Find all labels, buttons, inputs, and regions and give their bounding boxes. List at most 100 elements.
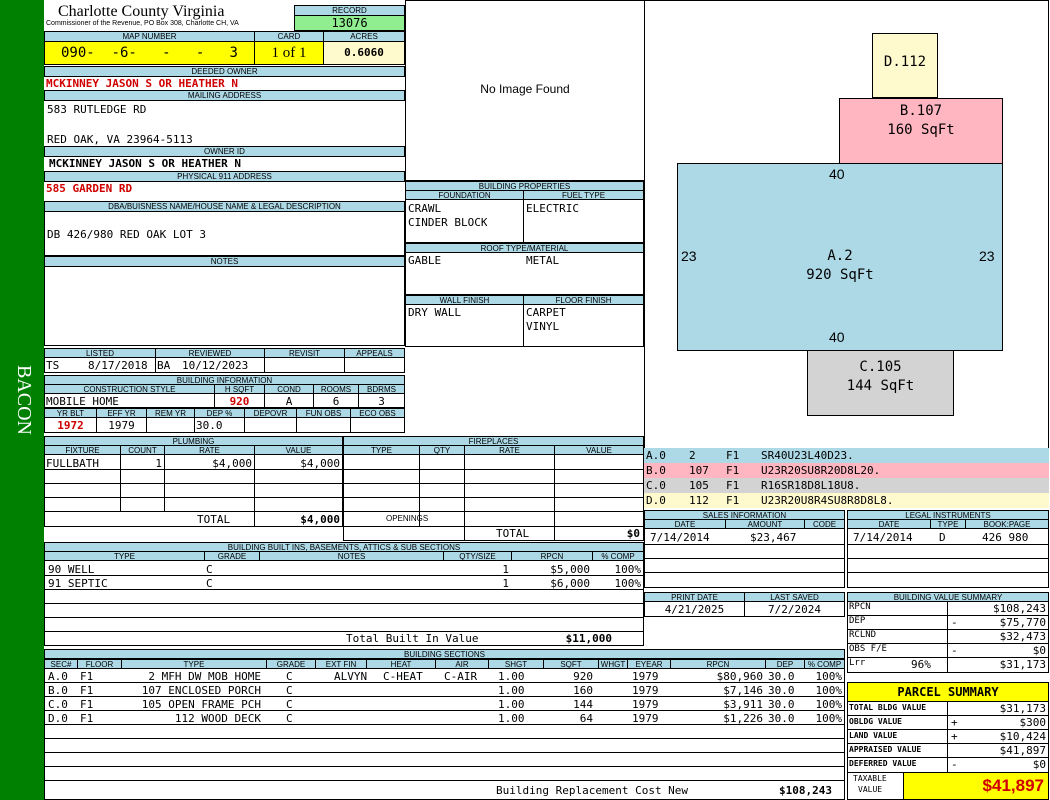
- bvs-label: RCLND: [849, 630, 877, 640]
- foundation-1: CRAWL: [408, 202, 442, 215]
- sketch-code-row: B.0 107 F1 U23R20SU8R20D8L20.: [644, 463, 1049, 478]
- fixture-count: 1: [155, 457, 162, 470]
- brcn-label: Building Replacement Cost New: [496, 784, 689, 797]
- section-sqft: 920: [573, 670, 593, 683]
- notes-box: [44, 266, 405, 346]
- county-title: Charlotte County Virginia: [58, 3, 225, 20]
- commissioner-line: Commissioner of the Revenue, PO Box 308,…: [46, 20, 239, 27]
- plumbing-total-label: TOTAL: [197, 513, 231, 526]
- builtin-qty: 1: [502, 577, 509, 590]
- section-type: 107 ENCLOSED PORCH: [141, 684, 261, 697]
- side-label: BACON: [13, 364, 35, 436]
- last-saved: 7/2/2024: [768, 603, 821, 616]
- section-dep: 30.0: [768, 698, 795, 711]
- sketch-section-d: D.112: [872, 33, 938, 98]
- sketch-a-area: 920 SqFt: [806, 267, 874, 283]
- construction-style: MOBILE HOME: [46, 395, 119, 408]
- parcel-label: OBLDG VALUE: [849, 717, 902, 726]
- map-number: 090- -6- - - 3: [44, 41, 255, 65]
- sketch-code-row: C.0 105 F1 R16SR18D8L18U8.: [644, 478, 1049, 493]
- sections-col-header: SHGT: [488, 659, 544, 669]
- fixture-rate: $4,000: [212, 457, 252, 470]
- sections-col-header: TYPE: [121, 659, 267, 669]
- builtin-rpcn: $6,000: [550, 577, 590, 590]
- reviewed-by: BA: [157, 359, 171, 372]
- parcel-summary-title: PARCEL SUMMARY: [847, 682, 1049, 702]
- section-sec: C.0: [48, 698, 68, 711]
- taxable-value: $41,897: [903, 772, 1049, 800]
- sections-col-header: EXT FIN: [315, 659, 367, 669]
- section-floor: F1: [80, 670, 94, 683]
- parcel-value: $10,424: [999, 730, 1046, 743]
- legal-type: D: [939, 531, 946, 544]
- sections-col-header: DEP: [765, 659, 805, 669]
- bvs-label: OBS F/E: [849, 644, 887, 654]
- year-built: 1972: [57, 419, 84, 432]
- section-dep: 30.0: [768, 684, 795, 697]
- deeded-owner-header: DEEDED OWNER: [44, 66, 405, 77]
- floor-finish-2: VINYL: [526, 320, 560, 333]
- section-floor: F1: [80, 684, 94, 697]
- section-eyear: 1979: [632, 684, 659, 697]
- section-comp: 100%: [815, 712, 843, 725]
- section-sqft: 64: [579, 712, 593, 725]
- section-rpcn: $1,226: [723, 712, 763, 725]
- print-date: 4/21/2025: [664, 603, 725, 616]
- builtin-grade: C: [206, 563, 213, 576]
- sale-amount: $23,467: [750, 531, 797, 544]
- owner-id-header: OWNER ID: [44, 146, 405, 157]
- builtins-total-label: Total Built In Value: [346, 632, 479, 645]
- sketch-section-b: B.107 160 SqFt: [839, 98, 1003, 164]
- section-sqft: 160: [573, 684, 593, 697]
- section-type: 2 MFH DW MOB HOME: [148, 670, 261, 683]
- parcel-label: DEFERRED VALUE: [849, 759, 917, 768]
- sketch-dim-right: 23: [979, 248, 995, 264]
- condition: A: [285, 395, 293, 408]
- builtins-total: $11,000: [565, 632, 612, 645]
- sections-col-header: SEC#: [44, 659, 78, 669]
- section-eyear: 1979: [632, 670, 659, 683]
- section-rpcn: $7,146: [723, 684, 763, 697]
- parcel-value: $41,897: [999, 744, 1046, 757]
- sections-col-header: GRADE: [266, 659, 316, 669]
- listed-date: 8/17/2018: [88, 359, 148, 372]
- sections-col-header: EYEAR: [627, 659, 671, 669]
- section-dep: 30.0: [768, 670, 795, 683]
- section-grade: C: [286, 712, 293, 725]
- section-grade: C: [286, 684, 293, 697]
- heated-sqft: 920: [229, 395, 250, 408]
- section-shgt: 1.00: [498, 712, 525, 725]
- sections-col-header: % COMP: [804, 659, 845, 669]
- section-shgt: 1.00: [498, 670, 525, 683]
- section-comp: 100%: [815, 698, 843, 711]
- section-heat: C-HEAT: [383, 670, 423, 683]
- section-sec: A.0: [48, 670, 68, 683]
- record-value: 13076: [294, 15, 405, 31]
- section-eyear: 1979: [632, 712, 659, 725]
- builtin-comp: 100%: [614, 563, 642, 576]
- builtin-comp: 100%: [614, 577, 642, 590]
- sketch-section-c: C.105 144 SqFt: [807, 350, 954, 416]
- sections-col-header: FLOOR: [77, 659, 122, 669]
- sale-date: 7/14/2014: [650, 531, 710, 544]
- sections-col-header: HEAT: [366, 659, 436, 669]
- owner-id: MCKINNEY JASON S OR HEATHER N: [49, 157, 242, 170]
- parcel-label: APPRAISED VALUE: [849, 745, 922, 754]
- acres-value: 0.6060: [323, 41, 405, 65]
- sketch-b-area: 160 SqFt: [887, 122, 955, 138]
- sketch-code-row: A.0 2 F1 SR40U23L40D23.: [644, 448, 1049, 463]
- section-comp: 100%: [815, 670, 843, 683]
- mailing-line2: RED OAK, VA 23964-5113: [47, 133, 193, 146]
- sections-col-header: SQFT: [543, 659, 599, 669]
- section-floor: F1: [80, 698, 94, 711]
- bvs-value: $108,243: [993, 602, 1046, 615]
- fixture-value: $4,000: [300, 457, 340, 470]
- mailing-header: MAILING ADDRESS: [44, 90, 405, 101]
- listed-by: TS: [46, 359, 60, 372]
- deeded-owner: MCKINNEY JASON S OR HEATHER N: [46, 77, 239, 90]
- wall-finish: DRY WALL: [408, 306, 461, 319]
- section-rpcn: $3,911: [723, 698, 763, 711]
- taxable-label-2: VALUE: [858, 785, 883, 794]
- card-value: 1 of 1: [254, 41, 324, 65]
- section-floor: F1: [80, 712, 94, 725]
